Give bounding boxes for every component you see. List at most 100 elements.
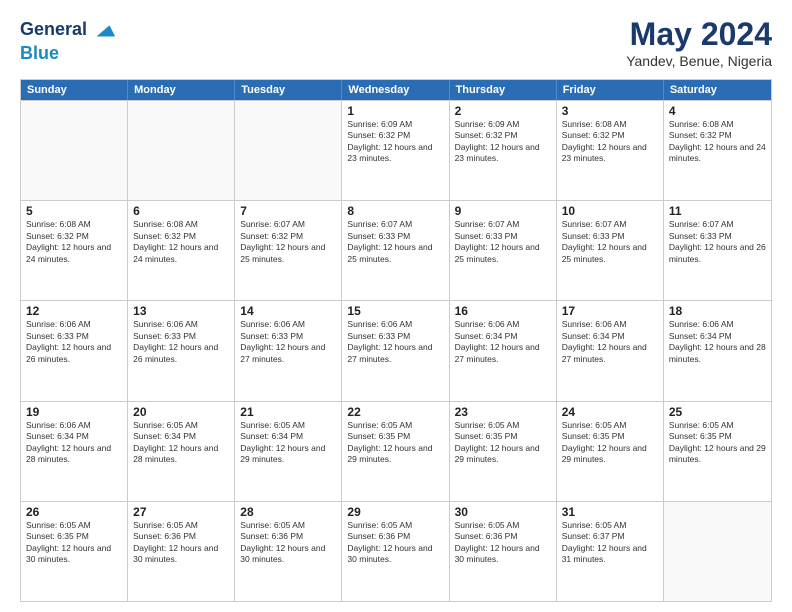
calendar-cell-4-2: 28Sunrise: 6:05 AMSunset: 6:36 PMDayligh… (235, 502, 342, 601)
dow-monday: Monday (128, 80, 235, 100)
calendar-cell-0-0 (21, 101, 128, 200)
calendar-cell-3-3: 22Sunrise: 6:05 AMSunset: 6:35 PMDayligh… (342, 402, 449, 501)
day-number: 5 (26, 204, 122, 218)
day-info: Sunrise: 6:07 AMSunset: 6:33 PMDaylight:… (562, 219, 658, 265)
calendar-cell-0-2 (235, 101, 342, 200)
calendar-cell-3-5: 24Sunrise: 6:05 AMSunset: 6:35 PMDayligh… (557, 402, 664, 501)
calendar-cell-1-0: 5Sunrise: 6:08 AMSunset: 6:32 PMDaylight… (21, 201, 128, 300)
day-info: Sunrise: 6:05 AMSunset: 6:35 PMDaylight:… (455, 420, 551, 466)
calendar-cell-3-2: 21Sunrise: 6:05 AMSunset: 6:34 PMDayligh… (235, 402, 342, 501)
day-number: 27 (133, 505, 229, 519)
day-info: Sunrise: 6:06 AMSunset: 6:33 PMDaylight:… (347, 319, 443, 365)
dow-saturday: Saturday (664, 80, 771, 100)
calendar-cell-3-6: 25Sunrise: 6:05 AMSunset: 6:35 PMDayligh… (664, 402, 771, 501)
day-info: Sunrise: 6:05 AMSunset: 6:35 PMDaylight:… (347, 420, 443, 466)
calendar-cell-4-4: 30Sunrise: 6:05 AMSunset: 6:36 PMDayligh… (450, 502, 557, 601)
day-number: 24 (562, 405, 658, 419)
day-info: Sunrise: 6:06 AMSunset: 6:34 PMDaylight:… (562, 319, 658, 365)
day-number: 28 (240, 505, 336, 519)
calendar-row-0: 1Sunrise: 6:09 AMSunset: 6:32 PMDaylight… (21, 100, 771, 200)
calendar-row-2: 12Sunrise: 6:06 AMSunset: 6:33 PMDayligh… (21, 300, 771, 400)
day-number: 20 (133, 405, 229, 419)
calendar-cell-0-1 (128, 101, 235, 200)
header: General Blue May 2024 Yandev, Benue, Nig… (20, 16, 772, 69)
day-info: Sunrise: 6:08 AMSunset: 6:32 PMDaylight:… (133, 219, 229, 265)
calendar-row-3: 19Sunrise: 6:06 AMSunset: 6:34 PMDayligh… (21, 401, 771, 501)
day-info: Sunrise: 6:06 AMSunset: 6:33 PMDaylight:… (240, 319, 336, 365)
day-info: Sunrise: 6:07 AMSunset: 6:33 PMDaylight:… (669, 219, 766, 265)
day-number: 13 (133, 304, 229, 318)
day-number: 18 (669, 304, 766, 318)
day-number: 15 (347, 304, 443, 318)
calendar-cell-2-6: 18Sunrise: 6:06 AMSunset: 6:34 PMDayligh… (664, 301, 771, 400)
calendar-cell-1-6: 11Sunrise: 6:07 AMSunset: 6:33 PMDayligh… (664, 201, 771, 300)
calendar-cell-4-0: 26Sunrise: 6:05 AMSunset: 6:35 PMDayligh… (21, 502, 128, 601)
day-number: 10 (562, 204, 658, 218)
day-info: Sunrise: 6:09 AMSunset: 6:32 PMDaylight:… (455, 119, 551, 165)
day-info: Sunrise: 6:07 AMSunset: 6:32 PMDaylight:… (240, 219, 336, 265)
day-number: 7 (240, 204, 336, 218)
day-info: Sunrise: 6:06 AMSunset: 6:34 PMDaylight:… (455, 319, 551, 365)
day-number: 21 (240, 405, 336, 419)
day-info: Sunrise: 6:06 AMSunset: 6:33 PMDaylight:… (133, 319, 229, 365)
day-info: Sunrise: 6:05 AMSunset: 6:34 PMDaylight:… (133, 420, 229, 466)
day-info: Sunrise: 6:09 AMSunset: 6:32 PMDaylight:… (347, 119, 443, 165)
day-number: 19 (26, 405, 122, 419)
calendar-cell-0-4: 2Sunrise: 6:09 AMSunset: 6:32 PMDaylight… (450, 101, 557, 200)
calendar-cell-3-1: 20Sunrise: 6:05 AMSunset: 6:34 PMDayligh… (128, 402, 235, 501)
calendar-cell-1-4: 9Sunrise: 6:07 AMSunset: 6:33 PMDaylight… (450, 201, 557, 300)
calendar-body: 1Sunrise: 6:09 AMSunset: 6:32 PMDaylight… (21, 100, 771, 601)
day-info: Sunrise: 6:05 AMSunset: 6:36 PMDaylight:… (133, 520, 229, 566)
day-number: 23 (455, 405, 551, 419)
day-number: 4 (669, 104, 766, 118)
day-number: 3 (562, 104, 658, 118)
day-info: Sunrise: 6:08 AMSunset: 6:32 PMDaylight:… (562, 119, 658, 165)
logo: General Blue (20, 16, 117, 64)
calendar-cell-2-3: 15Sunrise: 6:06 AMSunset: 6:33 PMDayligh… (342, 301, 449, 400)
day-info: Sunrise: 6:05 AMSunset: 6:36 PMDaylight:… (455, 520, 551, 566)
day-info: Sunrise: 6:05 AMSunset: 6:35 PMDaylight:… (26, 520, 122, 566)
calendar-cell-4-5: 31Sunrise: 6:05 AMSunset: 6:37 PMDayligh… (557, 502, 664, 601)
day-number: 26 (26, 505, 122, 519)
calendar-header: Sunday Monday Tuesday Wednesday Thursday… (21, 80, 771, 100)
calendar-cell-4-6 (664, 502, 771, 601)
day-number: 30 (455, 505, 551, 519)
subtitle: Yandev, Benue, Nigeria (626, 53, 772, 69)
day-info: Sunrise: 6:06 AMSunset: 6:33 PMDaylight:… (26, 319, 122, 365)
day-info: Sunrise: 6:05 AMSunset: 6:35 PMDaylight:… (669, 420, 766, 466)
day-number: 8 (347, 204, 443, 218)
dow-tuesday: Tuesday (235, 80, 342, 100)
day-info: Sunrise: 6:05 AMSunset: 6:36 PMDaylight:… (347, 520, 443, 566)
dow-friday: Friday (557, 80, 664, 100)
dow-sunday: Sunday (21, 80, 128, 100)
calendar-cell-1-1: 6Sunrise: 6:08 AMSunset: 6:32 PMDaylight… (128, 201, 235, 300)
day-number: 14 (240, 304, 336, 318)
day-number: 29 (347, 505, 443, 519)
day-number: 31 (562, 505, 658, 519)
calendar: Sunday Monday Tuesday Wednesday Thursday… (20, 79, 772, 602)
day-number: 9 (455, 204, 551, 218)
calendar-cell-2-2: 14Sunrise: 6:06 AMSunset: 6:33 PMDayligh… (235, 301, 342, 400)
calendar-cell-2-4: 16Sunrise: 6:06 AMSunset: 6:34 PMDayligh… (450, 301, 557, 400)
day-info: Sunrise: 6:05 AMSunset: 6:36 PMDaylight:… (240, 520, 336, 566)
calendar-cell-2-1: 13Sunrise: 6:06 AMSunset: 6:33 PMDayligh… (128, 301, 235, 400)
calendar-cell-0-6: 4Sunrise: 6:08 AMSunset: 6:32 PMDaylight… (664, 101, 771, 200)
calendar-row-4: 26Sunrise: 6:05 AMSunset: 6:35 PMDayligh… (21, 501, 771, 601)
day-info: Sunrise: 6:05 AMSunset: 6:35 PMDaylight:… (562, 420, 658, 466)
day-info: Sunrise: 6:07 AMSunset: 6:33 PMDaylight:… (455, 219, 551, 265)
day-info: Sunrise: 6:07 AMSunset: 6:33 PMDaylight:… (347, 219, 443, 265)
calendar-cell-0-5: 3Sunrise: 6:08 AMSunset: 6:32 PMDaylight… (557, 101, 664, 200)
day-number: 16 (455, 304, 551, 318)
day-number: 2 (455, 104, 551, 118)
day-number: 1 (347, 104, 443, 118)
day-number: 12 (26, 304, 122, 318)
day-number: 25 (669, 405, 766, 419)
calendar-cell-2-5: 17Sunrise: 6:06 AMSunset: 6:34 PMDayligh… (557, 301, 664, 400)
calendar-cell-1-3: 8Sunrise: 6:07 AMSunset: 6:33 PMDaylight… (342, 201, 449, 300)
day-info: Sunrise: 6:08 AMSunset: 6:32 PMDaylight:… (669, 119, 766, 165)
calendar-cell-3-0: 19Sunrise: 6:06 AMSunset: 6:34 PMDayligh… (21, 402, 128, 501)
day-info: Sunrise: 6:06 AMSunset: 6:34 PMDaylight:… (669, 319, 766, 365)
day-number: 17 (562, 304, 658, 318)
logo-blue-text: Blue (20, 44, 117, 64)
day-number: 11 (669, 204, 766, 218)
